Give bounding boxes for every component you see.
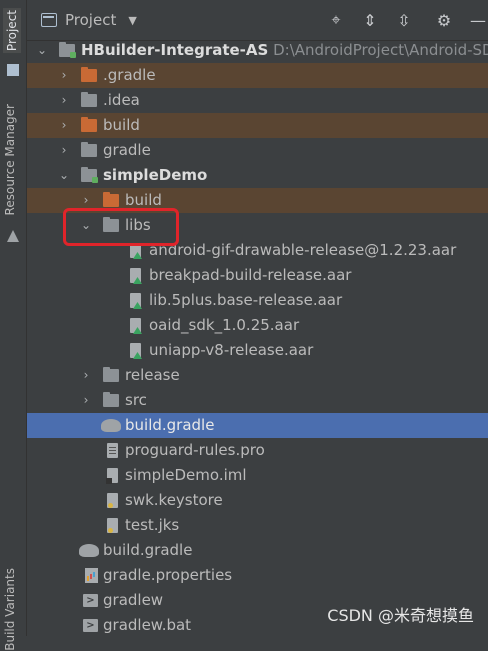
tool-window-strip: Project Resource Manager Build Variants — [0, 0, 27, 651]
tree-label: src — [125, 391, 147, 409]
tree-row-src[interactable]: › src — [27, 388, 488, 413]
folder-icon — [103, 367, 119, 382]
dropdown-arrow-icon[interactable]: ▼ — [128, 14, 136, 27]
project-panel: Project ▼ ⌖ ⇕ ⇳ ⚙ — ⌄ HBuilder-Integrate… — [27, 0, 488, 636]
expand-all-icon[interactable]: ⇕ — [360, 10, 380, 30]
settings-gear-icon[interactable]: ⚙ — [434, 10, 454, 30]
chevron-right-icon[interactable]: › — [57, 138, 71, 163]
chevron-right-icon[interactable]: › — [57, 63, 71, 88]
tab-build-variants[interactable]: Build Variants — [3, 568, 17, 651]
tree-label: build.gradle — [103, 541, 193, 559]
tree-label: test.jks — [125, 516, 180, 534]
aar-file-icon — [130, 343, 141, 358]
module-label: simpleDemo — [103, 166, 208, 184]
tree-label: gradlew — [103, 591, 164, 609]
tab-resource-manager[interactable]: Resource Manager — [3, 104, 17, 215]
tree-label: gradlew.bat — [103, 616, 192, 634]
folder-icon — [81, 117, 97, 132]
tree-row-build[interactable]: › build — [27, 113, 488, 138]
folder-icon — [81, 67, 97, 82]
project-tree: ⌄ HBuilder-Integrate-AS D:\AndroidProjec… — [27, 38, 488, 638]
collapse-all-icon[interactable]: ⇳ — [394, 10, 414, 30]
aar-file-icon — [130, 318, 141, 333]
chevron-right-icon[interactable]: › — [79, 388, 93, 413]
tree-label: uniapp-v8-release.aar — [149, 341, 314, 359]
project-view-icon — [41, 13, 57, 27]
tree-label: swk.keystore — [125, 491, 223, 509]
chevron-down-icon[interactable]: ⌄ — [35, 38, 49, 63]
gradle-elephant-icon — [79, 544, 99, 557]
panel-title: Project — [65, 11, 117, 29]
folder-icon — [103, 192, 119, 207]
aar-file-icon — [130, 268, 141, 283]
module-folder-icon — [59, 42, 76, 58]
chevron-down-icon[interactable]: ⌄ — [57, 163, 71, 188]
aar-file-icon — [130, 293, 141, 308]
folder-icon — [103, 392, 119, 407]
chevron-right-icon[interactable]: › — [57, 88, 71, 113]
tree-label: android-gif-drawable-release@1.2.23.aar — [149, 241, 457, 259]
watermark: CSDN @米奇想摸鱼 — [327, 606, 474, 625]
iml-file-icon — [106, 468, 118, 484]
tree-label: simpleDemo.iml — [125, 466, 247, 484]
header-toolbar: ⌖ ⇕ ⇳ ⚙ — — [326, 0, 488, 40]
panel-header: Project ▼ ⌖ ⇕ ⇳ ⚙ — — [27, 0, 488, 41]
tree-row-iml[interactable]: simpleDemo.iml — [27, 463, 488, 488]
tree-row-aar[interactable]: oaid_sdk_1.0.25.aar — [27, 313, 488, 338]
root-project-path: D:\AndroidProject\Android-SDK — [273, 41, 488, 59]
tree-label: lib.5plus.base-release.aar — [149, 291, 343, 309]
tree-row-keystore[interactable]: swk.keystore — [27, 488, 488, 513]
tree-row-aar[interactable]: uniapp-v8-release.aar — [27, 338, 488, 363]
terminal-icon: > — [83, 619, 98, 632]
tree-row-dot-gradle[interactable]: › .gradle — [27, 63, 488, 88]
tree-label: build — [103, 116, 140, 134]
tree-label: breakpad-build-release.aar — [149, 266, 352, 284]
tree-label: proguard-rules.pro — [125, 441, 265, 459]
keystore-file-icon — [107, 518, 118, 533]
tree-row-simpledemo[interactable]: ⌄ simpleDemo — [27, 163, 488, 188]
tree-row-module-build-gradle[interactable]: build.gradle — [27, 413, 488, 438]
keystore-file-icon — [107, 493, 118, 508]
module-folder-icon — [81, 167, 98, 183]
tree-label: gradle — [103, 141, 151, 159]
text-file-icon — [107, 443, 118, 458]
tree-row-aar[interactable]: breakpad-build-release.aar — [27, 263, 488, 288]
tree-row-proguard[interactable]: proguard-rules.pro — [27, 438, 488, 463]
tree-row-aar[interactable]: lib.5plus.base-release.aar — [27, 288, 488, 313]
folder-icon — [81, 142, 97, 157]
tree-label: .gradle — [103, 66, 156, 84]
tree-row-root[interactable]: ⌄ HBuilder-Integrate-AS D:\AndroidProjec… — [27, 38, 488, 63]
chevron-right-icon[interactable]: › — [79, 363, 93, 388]
tree-label: release — [125, 366, 180, 384]
tree-row-release[interactable]: › release — [27, 363, 488, 388]
tree-label: oaid_sdk_1.0.25.aar — [149, 316, 300, 334]
tree-row-jks[interactable]: test.jks — [27, 513, 488, 538]
terminal-icon: > — [83, 594, 98, 607]
project-tab-icon — [7, 64, 19, 76]
chevron-right-icon[interactable]: › — [57, 113, 71, 138]
tree-label: build.gradle — [125, 416, 215, 434]
gradle-elephant-icon — [101, 419, 121, 432]
select-opened-file-icon[interactable]: ⌖ — [326, 10, 346, 30]
minimize-icon[interactable]: — — [468, 10, 488, 30]
tree-label: .idea — [103, 91, 140, 109]
tree-row-root-build-gradle[interactable]: build.gradle — [27, 538, 488, 563]
resource-manager-icon — [7, 230, 19, 242]
properties-file-icon — [85, 568, 98, 583]
tree-label: gradle.properties — [103, 566, 233, 584]
tree-row-gradle[interactable]: › gradle — [27, 138, 488, 163]
tab-project[interactable]: Project — [3, 8, 21, 54]
root-project-name: HBuilder-Integrate-AS — [81, 41, 269, 59]
folder-icon — [81, 92, 97, 107]
tree-row-gradle-properties[interactable]: gradle.properties — [27, 563, 488, 588]
tree-row-idea[interactable]: › .idea — [27, 88, 488, 113]
red-highlight-box — [63, 208, 179, 246]
view-selector[interactable]: Project ▼ — [41, 11, 137, 29]
